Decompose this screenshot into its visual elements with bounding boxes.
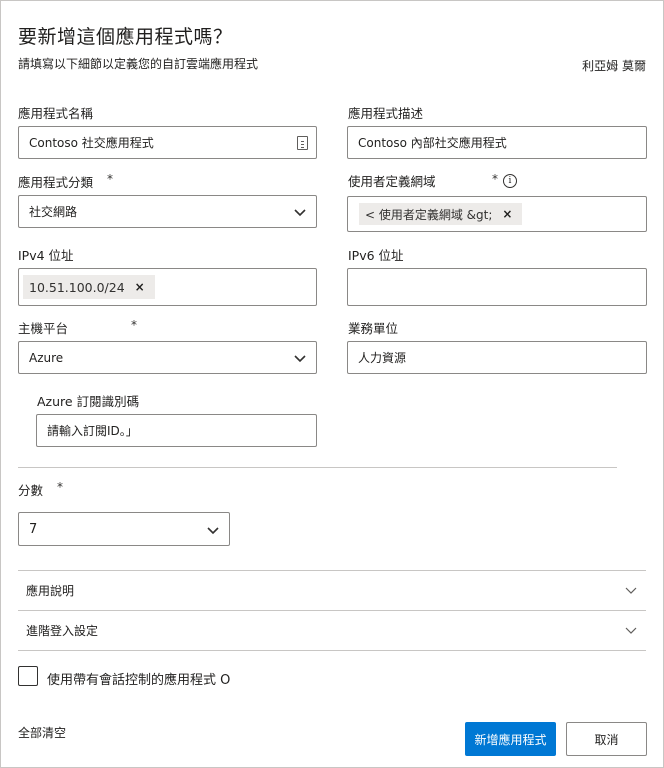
required-mark: * <box>492 172 498 186</box>
chevron-down-icon <box>624 583 638 597</box>
required-mark: * <box>57 480 63 494</box>
score-label: 分數 <box>18 483 44 498</box>
score-dropdown[interactable]: 7 <box>18 512 230 546</box>
clear-all-button[interactable]: 全部清空 <box>18 724 66 741</box>
azure-subscription-value: 請輸入訂閱ID。」 <box>47 424 138 438</box>
ipv6-input[interactable] <box>347 268 647 306</box>
user-domains-input[interactable]: < 使用者定義網域 &gt; × <box>347 196 647 232</box>
remove-tag-icon[interactable]: × <box>135 280 145 294</box>
cancel-button[interactable]: 取消 <box>566 722 647 756</box>
app-notes-label: 應用說明 <box>26 583 75 598</box>
required-mark: * <box>131 318 137 332</box>
ipv4-tag: 10.51.100.0/24 × <box>23 275 155 299</box>
advanced-login-expander[interactable]: 進階登入設定 <box>18 610 646 650</box>
app-category-label: 應用程式分類 <box>18 175 94 190</box>
chevron-down-icon <box>293 205 307 219</box>
session-control-checkbox[interactable] <box>18 666 38 686</box>
ipv4-label: IPv4 位址 <box>18 248 74 263</box>
user-domain-tag: < 使用者定義網域 &gt; × <box>359 203 523 225</box>
session-control-label: 使用帶有會話控制的應用程式 O <box>47 673 231 688</box>
business-unit-input[interactable]: 人力資源 <box>347 341 647 374</box>
hosting-platform-dropdown[interactable]: Azure <box>18 341 317 374</box>
app-notes-expander[interactable]: 應用說明 <box>18 570 646 610</box>
app-name-input[interactable]: Contoso 社交應用程式 <box>18 126 317 159</box>
dialog-frame <box>0 0 664 768</box>
info-icon[interactable]: i <box>503 174 517 188</box>
hosting-platform-value: Azure <box>29 350 64 365</box>
app-name-value: Contoso 社交應用程式 <box>29 136 154 150</box>
document-icon <box>297 136 308 150</box>
user-name: 利亞姆 莫爾 <box>582 59 646 73</box>
app-description-value: Contoso 內部社交應用程式 <box>358 136 507 150</box>
business-unit-label: 業務單位 <box>348 321 399 336</box>
remove-tag-icon[interactable]: × <box>502 207 512 221</box>
chevron-down-icon <box>293 351 307 365</box>
dialog-subtitle: 請填寫以下細節以定義您的自訂雲端應用程式 <box>18 57 259 71</box>
score-value: 7 <box>29 521 38 537</box>
app-category-value: 社交網路 <box>29 205 78 219</box>
ipv4-tag-text: 10.51.100.0/24 <box>29 279 125 295</box>
add-app-button[interactable]: 新增應用程式 <box>465 722 556 756</box>
chevron-down-icon <box>624 623 638 637</box>
ipv6-label: IPv6 位址 <box>348 248 404 263</box>
azure-subscription-input[interactable]: 請輸入訂閱ID。」 <box>36 414 317 447</box>
dialog-title: 要新增這個應用程式嗎？ <box>18 26 233 48</box>
user-domain-tag-text: < 使用者定義網域 &gt; <box>365 207 493 222</box>
user-domains-label: 使用者定義網域 <box>348 174 436 189</box>
app-category-dropdown[interactable]: 社交網路 <box>18 195 317 228</box>
required-mark: * <box>107 172 113 186</box>
advanced-login-label: 進階登入設定 <box>26 623 99 638</box>
section-divider <box>18 650 646 651</box>
app-name-label: 應用程式名稱 <box>18 106 94 121</box>
ipv4-input[interactable]: 10.51.100.0/24 × <box>18 268 317 306</box>
hosting-platform-label: 主機平台 <box>18 321 69 336</box>
azure-subscription-label: Azure 訂閱識別碼 <box>37 394 140 409</box>
app-description-input[interactable]: Contoso 內部社交應用程式 <box>347 126 647 159</box>
chevron-down-icon <box>206 523 220 537</box>
business-unit-value: 人力資源 <box>358 351 407 365</box>
section-divider <box>18 467 617 468</box>
app-description-label: 應用程式描述 <box>348 106 424 121</box>
